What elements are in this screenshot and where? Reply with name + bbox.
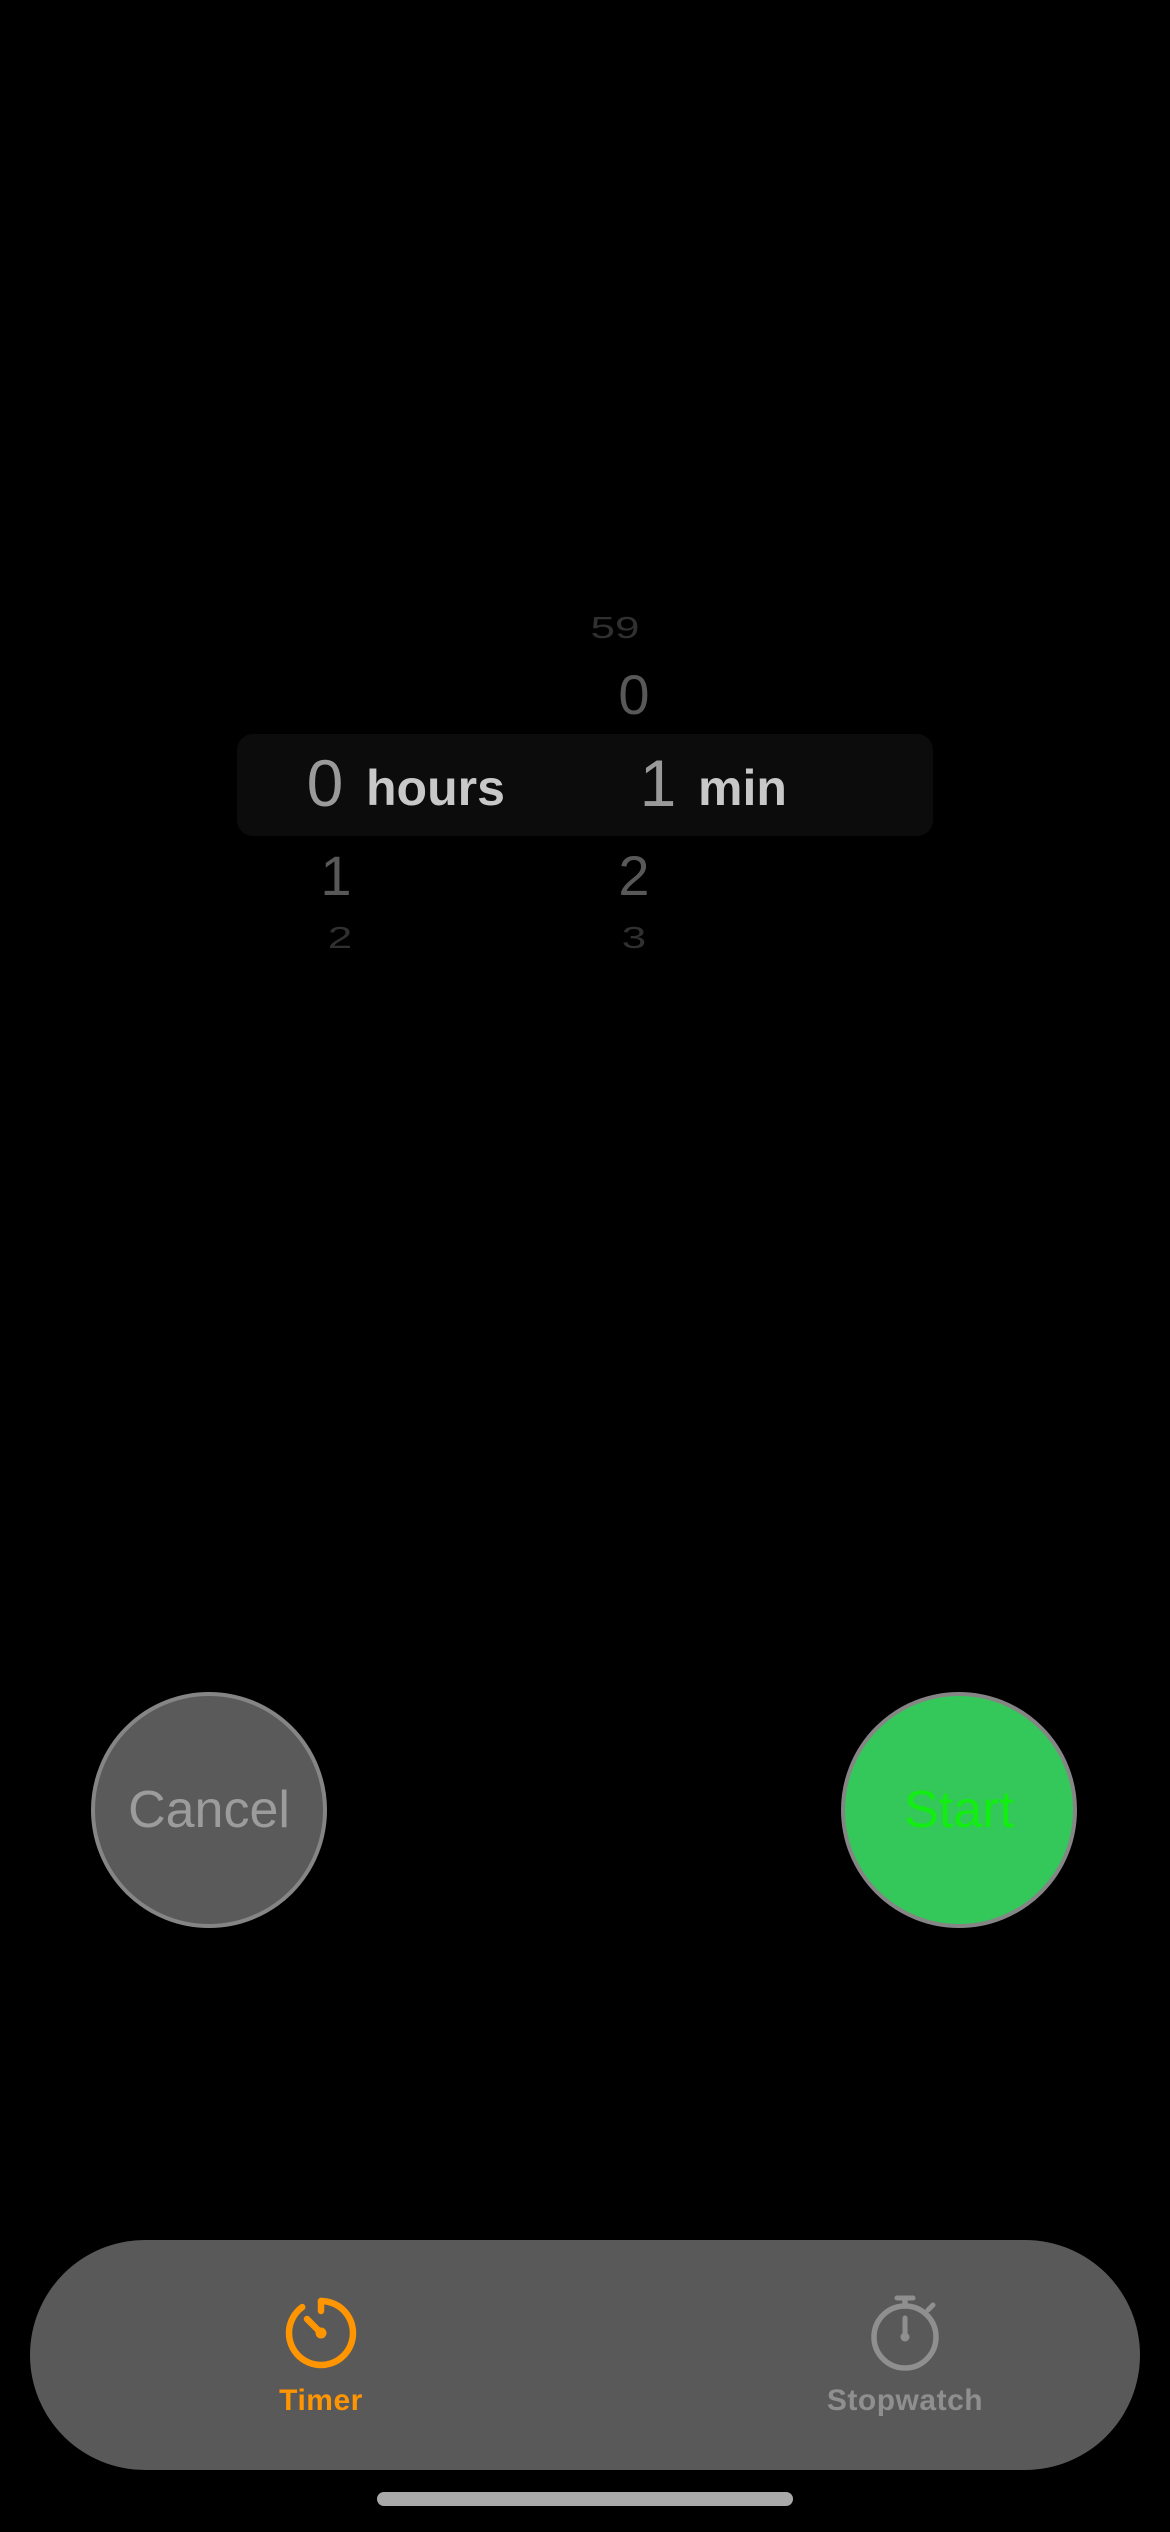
hours-option[interactable]: 2 [280, 922, 400, 954]
hours-option[interactable]: 1 [276, 848, 396, 904]
timer-icon [285, 2297, 357, 2369]
home-indicator[interactable] [377, 2492, 793, 2506]
tab-timer-label: Timer [279, 2384, 363, 2417]
timer-picker[interactable]: 59 0 0 hours 1 min 1 2 2 3 [0, 580, 1170, 980]
start-button[interactable]: Start [841, 1692, 1077, 1928]
hours-unit-label: hours [366, 760, 505, 816]
stopwatch-icon [871, 2295, 939, 2371]
minutes-option[interactable]: 59 [555, 612, 675, 644]
tab-timer[interactable]: Timer [171, 2240, 471, 2470]
tab-stopwatch-label: Stopwatch [826, 2384, 984, 2417]
cancel-button-label: Cancel [128, 1781, 290, 1839]
minutes-option[interactable]: 2 [574, 848, 694, 904]
minutes-option[interactable]: 3 [574, 922, 694, 954]
tab-bar: Timer Stopwatch [30, 2240, 1140, 2470]
cancel-button[interactable]: Cancel [91, 1692, 327, 1928]
start-button-label: Start [904, 1781, 1014, 1839]
minutes-option[interactable]: 0 [574, 667, 694, 723]
tab-stopwatch[interactable]: Stopwatch [755, 2240, 1055, 2470]
minutes-unit-label: min [698, 760, 787, 816]
